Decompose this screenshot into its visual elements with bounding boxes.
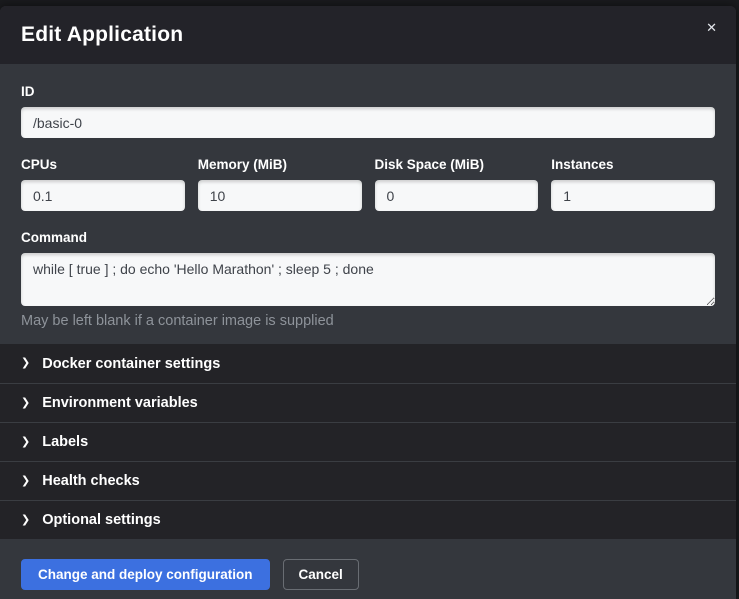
disk-field-group: Disk Space (MiB) [375, 157, 539, 211]
accordion-section-environment[interactable]: ❯ Environment variables [0, 383, 736, 422]
instances-field-group: Instances [551, 157, 715, 211]
accordion-section-docker[interactable]: ❯ Docker container settings [0, 344, 736, 383]
chevron-right-icon: ❯ [21, 476, 30, 487]
accordion-label: Environment variables [42, 395, 198, 411]
accordion-label: Labels [42, 434, 88, 450]
memory-field-group: Memory (MiB) [198, 157, 362, 211]
chevron-right-icon: ❯ [21, 398, 30, 409]
disk-input[interactable] [375, 180, 539, 211]
accordion-section-health-checks[interactable]: ❯ Health checks [0, 461, 736, 500]
command-label: Command [21, 230, 715, 245]
chevron-right-icon: ❯ [21, 437, 30, 448]
command-help-text: May be left blank if a container image i… [21, 313, 715, 329]
accordion-section-optional-settings[interactable]: ❯ Optional settings [0, 500, 736, 539]
id-label: ID [21, 84, 715, 99]
id-field-group: ID [21, 84, 715, 138]
resources-row: CPUs Memory (MiB) Disk Space (MiB) Insta… [21, 157, 715, 230]
modal-body: ID CPUs Memory (MiB) Disk Space (MiB) In… [0, 64, 736, 344]
id-input[interactable] [21, 107, 715, 138]
cpus-label: CPUs [21, 157, 185, 172]
accordion-section-labels[interactable]: ❯ Labels [0, 422, 736, 461]
accordion: ❯ Docker container settings ❯ Environmen… [0, 344, 736, 539]
command-field-group: Command while [ true ] ; do echo 'Hello … [21, 230, 715, 329]
cpus-field-group: CPUs [21, 157, 185, 211]
accordion-label: Health checks [42, 473, 140, 489]
chevron-right-icon: ❯ [21, 515, 30, 526]
command-textarea[interactable]: while [ true ] ; do echo 'Hello Marathon… [21, 253, 715, 306]
close-button[interactable]: ✕ [700, 16, 723, 39]
edit-application-modal: Edit Application ✕ ID CPUs Memory (MiB) … [0, 6, 736, 599]
chevron-right-icon: ❯ [21, 358, 30, 369]
cancel-button[interactable]: Cancel [283, 559, 359, 590]
accordion-label: Optional settings [42, 512, 160, 528]
instances-label: Instances [551, 157, 715, 172]
modal-footer: Change and deploy configuration Cancel [0, 539, 736, 599]
modal-title: Edit Application [21, 23, 183, 47]
memory-label: Memory (MiB) [198, 157, 362, 172]
close-icon: ✕ [706, 20, 717, 35]
disk-label: Disk Space (MiB) [375, 157, 539, 172]
instances-input[interactable] [551, 180, 715, 211]
memory-input[interactable] [198, 180, 362, 211]
cpus-input[interactable] [21, 180, 185, 211]
change-and-deploy-button[interactable]: Change and deploy configuration [21, 559, 270, 590]
accordion-label: Docker container settings [42, 356, 220, 372]
modal-header: Edit Application ✕ [0, 6, 736, 64]
